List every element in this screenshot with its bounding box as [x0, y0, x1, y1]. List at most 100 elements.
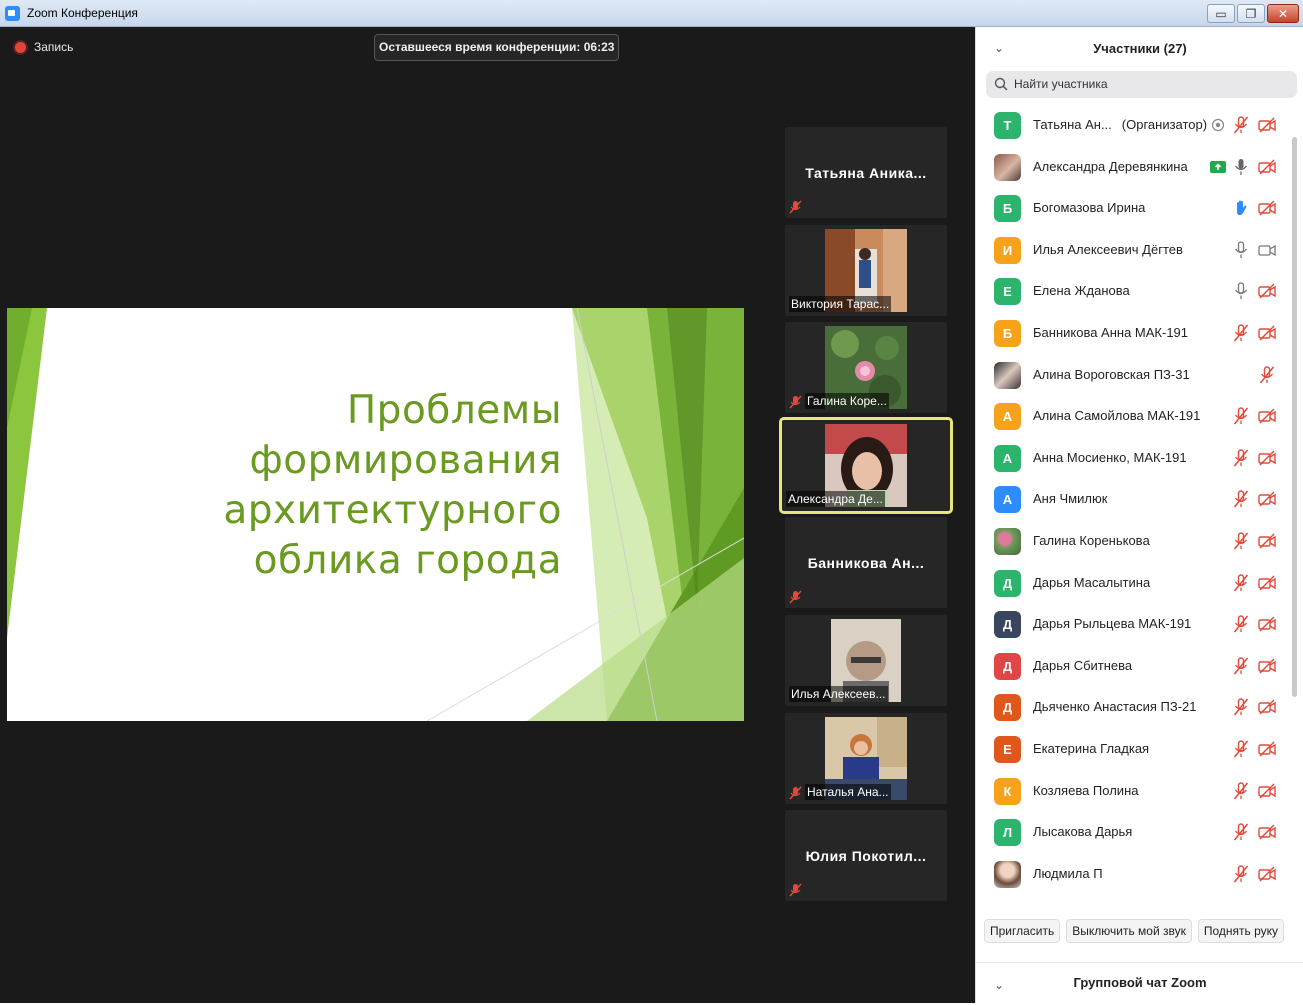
video-thumbnail[interactable]: Илья Алексеев...: [785, 615, 947, 706]
camera-off-icon[interactable]: [1257, 115, 1277, 135]
participant-row[interactable]: Е Екатерина Гладкая: [976, 728, 1292, 769]
camera-off-icon[interactable]: [1257, 656, 1277, 676]
avatar: А: [994, 403, 1021, 431]
camera-off-icon[interactable]: [1257, 531, 1277, 551]
camera-off-icon[interactable]: [1257, 489, 1277, 509]
participant-row[interactable]: А Аня Чмилюк: [976, 478, 1292, 519]
participant-name: Дьяченко Анастасия ПЗ-21: [1033, 699, 1197, 714]
close-icon: ✕: [1277, 7, 1289, 21]
meeting-stage: Запись Оставшееся время конференции: 06:…: [0, 27, 975, 1003]
participant-name: Козляева Полина: [1033, 783, 1138, 798]
window-titlebar: Zoom Конференция ▭ ❐ ✕: [0, 0, 1303, 27]
participant-name: Елена Жданова: [1033, 283, 1130, 298]
group-chat-title: Групповой чат Zoom: [1073, 975, 1207, 990]
mic-muted-icon[interactable]: [1257, 365, 1277, 385]
avatar: И: [994, 236, 1021, 264]
mic-muted-icon: [789, 883, 802, 897]
camera-off-icon[interactable]: [1257, 739, 1277, 759]
participant-row[interactable]: А Алина Самойлова МАК-191: [976, 395, 1292, 436]
mic-muted-icon[interactable]: [1231, 115, 1251, 135]
camera-off-icon[interactable]: [1257, 323, 1277, 343]
video-thumbnail[interactable]: Юлия Покотил...: [785, 810, 947, 901]
participant-row[interactable]: Д Дарья Рыльцева МАК-191: [976, 603, 1292, 644]
participant-row[interactable]: А Анна Мосиенко, МАК-191: [976, 437, 1292, 478]
participant-row[interactable]: Д Дарья Масалытина: [976, 562, 1292, 603]
raise-hand-button[interactable]: Поднять руку: [1197, 919, 1285, 943]
camera-off-icon[interactable]: [1257, 822, 1277, 842]
video-thumbnail[interactable]: Виктория Тарас...: [785, 225, 947, 316]
restore-button[interactable]: ❐: [1237, 4, 1265, 23]
video-thumbnail[interactable]: Галина Коре...: [785, 322, 947, 413]
participant-row[interactable]: Е Елена Жданова: [976, 270, 1292, 311]
camera-on-icon[interactable]: [1257, 240, 1277, 260]
participant-row[interactable]: Людмила П: [976, 853, 1292, 894]
mic-muted-icon[interactable]: [1231, 489, 1251, 509]
search-input[interactable]: Найти участника: [1014, 77, 1108, 91]
mic-muted-icon[interactable]: [1231, 822, 1251, 842]
mic-muted-icon[interactable]: [1231, 531, 1251, 551]
restore-icon: ❐: [1245, 7, 1257, 21]
thumbnail-name: Банникова Ан...: [807, 555, 925, 571]
participant-row[interactable]: Александра Деревянкина: [976, 146, 1292, 187]
thumbnail-name: Наталья Ана...: [805, 784, 891, 800]
participant-list-scrollbar[interactable]: [1291, 127, 1298, 699]
participant-row[interactable]: Т Татьяна Ан... (Организатор): [976, 104, 1292, 145]
camera-off-icon[interactable]: [1257, 448, 1277, 468]
camera-off-icon[interactable]: [1257, 157, 1277, 177]
mic-muted-icon[interactable]: [1231, 614, 1251, 634]
video-thumbnail[interactable]: Наталья Ана...: [785, 713, 947, 804]
participant-row[interactable]: К Козляева Полина: [976, 770, 1292, 811]
invite-button[interactable]: Пригласить: [984, 919, 1061, 943]
participant-row[interactable]: Алина Вороговская ПЗ-31: [976, 354, 1292, 395]
mic-on-icon[interactable]: [1231, 240, 1251, 260]
participants-panel: ⌄ Участники (27) Найти участника Т Татьян…: [975, 27, 1303, 1003]
video-thumbnail[interactable]: Татьяна Аника...: [785, 127, 947, 218]
camera-off-icon[interactable]: [1257, 864, 1277, 884]
mic-muted-icon[interactable]: [1231, 739, 1251, 759]
mic-muted-icon[interactable]: [1231, 448, 1251, 468]
mic-muted-icon[interactable]: [1231, 864, 1251, 884]
participant-name-text: Дарья Масалытина: [1033, 574, 1151, 590]
camera-off-icon[interactable]: [1257, 281, 1277, 301]
camera-off-icon[interactable]: [1257, 781, 1277, 801]
mic-on-icon[interactable]: [1231, 281, 1251, 301]
participant-row[interactable]: Б Банникова Анна МАК-191: [976, 312, 1292, 353]
participant-name: Людмила П: [1033, 866, 1103, 881]
slide-title-line: Проблемы: [346, 388, 562, 433]
participants-header: ⌄ Участники (27): [976, 27, 1303, 69]
camera-off-icon[interactable]: [1257, 614, 1277, 634]
avatar: [994, 361, 1021, 389]
recording-indicator[interactable]: Запись: [15, 40, 73, 54]
participant-role: (Организатор): [1121, 117, 1208, 132]
mic-muted-icon[interactable]: [1231, 656, 1251, 676]
record-icon: [15, 41, 26, 53]
camera-off-icon[interactable]: [1257, 573, 1277, 593]
mic-muted-icon[interactable]: [1231, 781, 1251, 801]
video-thumbnail-active[interactable]: Александра Де...: [779, 417, 953, 514]
mic-muted-icon[interactable]: [1231, 323, 1251, 343]
participant-row[interactable]: Галина Кореньковa: [976, 520, 1292, 561]
minimize-button[interactable]: ▭: [1207, 4, 1235, 23]
participant-row[interactable]: Д Дарья Сбитнева: [976, 645, 1292, 686]
avatar: Т: [994, 112, 1021, 139]
participant-name: Дарья Сбитнева: [1033, 658, 1132, 673]
participant-row[interactable]: Л Лысакова Дарья: [976, 811, 1292, 852]
close-button[interactable]: ✕: [1267, 4, 1299, 23]
mic-on-icon[interactable]: [1231, 157, 1251, 177]
scrollbar-thumb[interactable]: [1292, 137, 1297, 697]
participant-row[interactable]: Б Богомазова Ирина: [976, 187, 1292, 228]
participant-search[interactable]: Найти участника: [986, 71, 1297, 98]
participant-name-text: Александра Деревянкина: [1033, 158, 1188, 174]
camera-off-icon[interactable]: [1257, 697, 1277, 717]
mute-me-button[interactable]: Выключить мой звук: [1066, 919, 1192, 943]
participant-name-text: Елена Жданова: [1033, 283, 1130, 299]
mic-muted-icon[interactable]: [1231, 697, 1251, 717]
mic-muted-icon[interactable]: [1231, 573, 1251, 593]
camera-off-icon[interactable]: [1257, 198, 1277, 218]
video-thumbnail[interactable]: Банникова Ан...: [785, 517, 947, 608]
participant-row[interactable]: Д Дьяченко Анастасия ПЗ-21: [976, 686, 1292, 727]
mic-muted-icon[interactable]: [1231, 406, 1251, 426]
participant-row[interactable]: И Илья Алексеевич Дёгтев: [976, 229, 1292, 270]
camera-off-icon[interactable]: [1257, 406, 1277, 426]
group-chat-header[interactable]: ⌄ Групповой чат Zoom: [976, 962, 1303, 1003]
